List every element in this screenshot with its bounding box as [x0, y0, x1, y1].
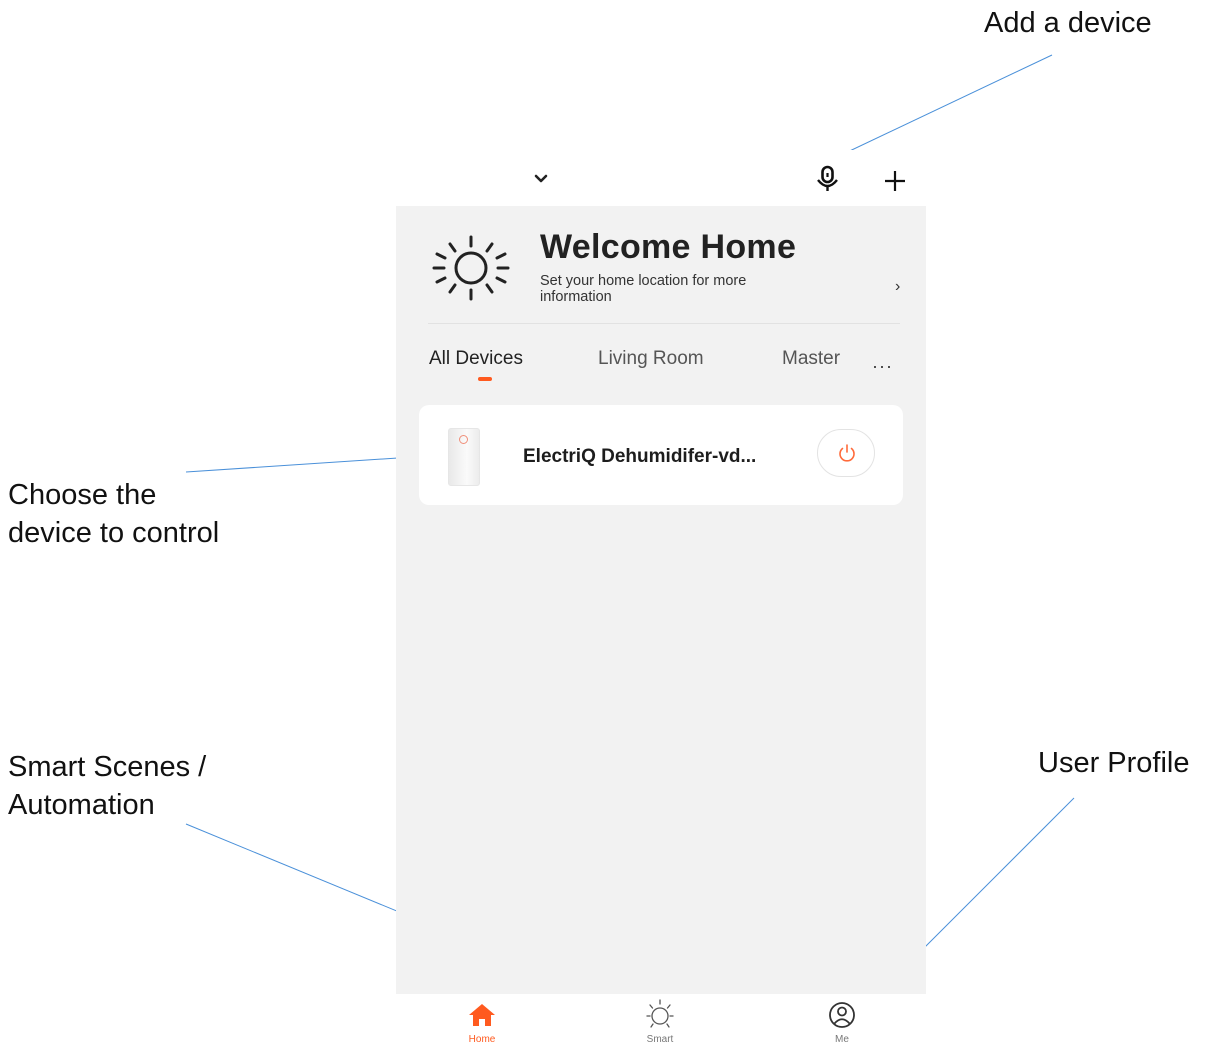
tab-living-room[interactable]: Living Room — [598, 348, 704, 370]
home-screen — [396, 206, 926, 994]
nav-home-label: Home — [468, 1034, 496, 1045]
microphone-icon[interactable] — [814, 164, 842, 194]
nav-home[interactable]: Home — [442, 994, 522, 1049]
welcome-subtitle[interactable]: Set your home location for more informat… — [540, 273, 820, 305]
nav-smart-label: Smart — [646, 1034, 674, 1045]
nav-me-label: Me — [835, 1034, 849, 1045]
sun-icon — [432, 235, 510, 301]
annotation-smart-scenes-line2: Automation — [8, 789, 155, 821]
more-icon[interactable]: ··· — [872, 356, 893, 377]
annotation-add-device: Add a device — [984, 7, 1152, 39]
nav-me[interactable]: Me — [802, 994, 882, 1049]
home-icon — [469, 1004, 495, 1026]
tab-all-devices[interactable]: All Devices — [429, 348, 523, 370]
device-name[interactable]: ElectriQ Dehumidifer-vd... — [523, 446, 756, 468]
plus-icon[interactable] — [880, 166, 910, 196]
welcome-title: Welcome Home — [540, 228, 797, 266]
chevron-right-icon[interactable]: › — [895, 278, 900, 296]
annotation-user-profile: User Profile — [1038, 747, 1190, 779]
user-icon — [829, 1002, 855, 1028]
leader-choose-device — [185, 455, 429, 473]
annotation-choose-device-line2: device to control — [8, 517, 220, 549]
dehumidifier-image — [448, 428, 480, 486]
annotation-choose-device-line1: Choose the — [8, 479, 157, 511]
tab-master[interactable]: Master — [782, 348, 840, 370]
chevron-down-icon[interactable] — [530, 170, 552, 188]
divider — [428, 323, 900, 324]
nav-smart[interactable]: Smart — [620, 994, 700, 1049]
app-header — [418, 150, 928, 206]
annotation-choose-device: Choose the device to control — [8, 476, 219, 552]
annotation-smart-scenes: Smart Scenes / Automation — [8, 748, 206, 824]
active-tab-indicator — [478, 377, 492, 381]
power-button[interactable] — [817, 429, 875, 477]
power-icon — [839, 444, 855, 462]
sun-icon — [646, 999, 674, 1028]
annotation-smart-scenes-line1: Smart Scenes / — [8, 751, 207, 783]
